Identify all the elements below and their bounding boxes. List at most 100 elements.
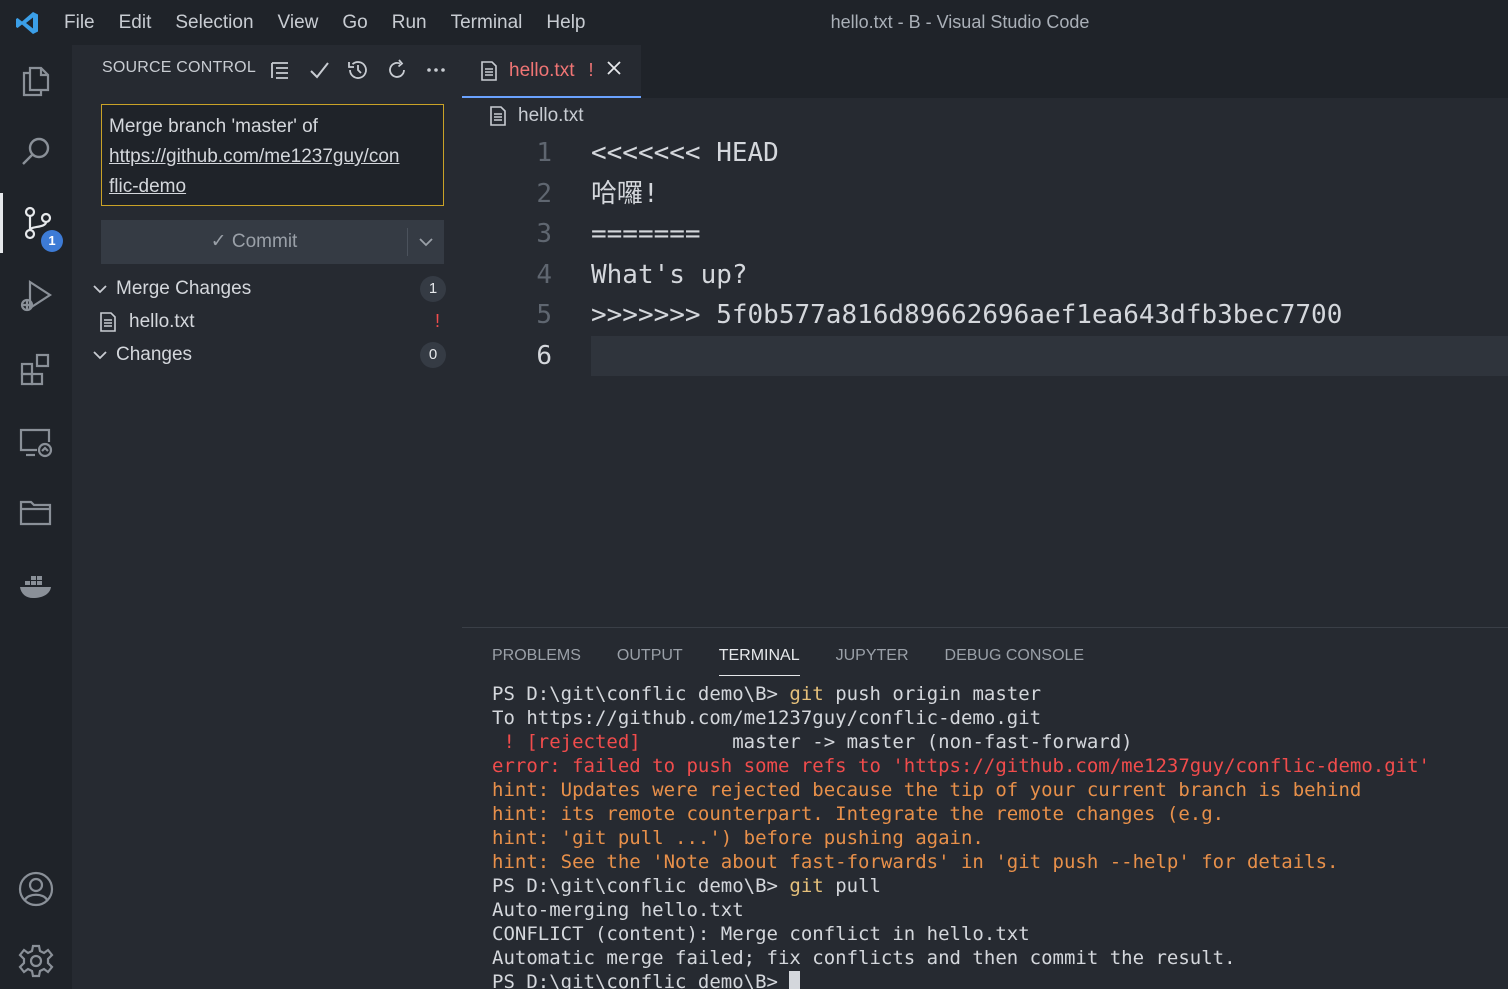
terminal-line: ! [rejected] master -> master (non-fast-… — [492, 730, 1430, 754]
refresh-button[interactable] — [377, 57, 416, 83]
commit-message-link-end[interactable]: flic-demo — [109, 172, 186, 202]
menu-bar: File Edit Selection View Go Run Terminal… — [52, 0, 598, 45]
line-number: 6 — [536, 340, 552, 371]
file-icon — [490, 106, 506, 126]
tab-jupyter[interactable]: JUPYTER — [836, 646, 909, 676]
menu-selection[interactable]: Selection — [163, 12, 265, 34]
menu-view[interactable]: View — [266, 12, 331, 34]
terminal-prompt: PS D:\git\conflic demo\B> — [492, 875, 790, 897]
commit-dropdown-button[interactable] — [408, 220, 444, 264]
line-number: 5 — [536, 300, 552, 330]
activity-explorer[interactable] — [0, 51, 72, 111]
files-icon — [22, 66, 50, 97]
tab-conflict-status: ! — [588, 60, 594, 80]
menu-terminal[interactable]: Terminal — [439, 12, 535, 34]
terminal-hint-line: hint: See the 'Note about fast-forwards'… — [492, 851, 1339, 873]
conflict-file-item[interactable]: hello.txt ! — [92, 305, 446, 338]
terminal-hint-line: hint: its remote counterpart. Integrate … — [492, 803, 1225, 825]
tab-label: hello.txt — [509, 59, 575, 81]
sidebar-toolbar — [260, 57, 455, 83]
line-number: 3 — [536, 219, 552, 249]
commit-message-input[interactable]: Merge branch 'master' of https://github.… — [101, 104, 444, 206]
activity-bar: 1 — [0, 45, 72, 989]
view-as-tree-button[interactable] — [260, 57, 299, 83]
menu-help[interactable]: Help — [534, 12, 597, 34]
current-code-line: 6 — [462, 335, 1508, 376]
line-text: 哈囉! — [591, 178, 659, 209]
terminal-hint-line: hint: Updates were rejected because the … — [492, 779, 1362, 801]
terminal-command: git — [789, 875, 824, 897]
terminal[interactable]: PS D:\git\conflic demo\B> git push origi… — [492, 682, 1430, 989]
chevron-down-icon — [93, 284, 107, 293]
more-icon — [426, 68, 445, 72]
commit-check-button[interactable] — [299, 57, 338, 83]
commit-message-line: Merge branch 'master' of — [109, 116, 318, 137]
code-line: 1 <<<<<<< HEAD — [462, 133, 1508, 174]
terminal-command: git — [789, 683, 824, 705]
refresh-icon — [388, 59, 405, 78]
line-number: 1 — [536, 138, 552, 168]
activity-search[interactable] — [0, 122, 72, 182]
menu-run[interactable]: Run — [380, 12, 439, 34]
editor-area: hello.txt ! hello.txt 1 <<<<<<< HEAD 2 哈… — [462, 45, 1508, 627]
current-line-highlight — [591, 335, 1508, 376]
merge-changes-count: 1 — [420, 275, 446, 302]
tab-output[interactable]: OUTPUT — [617, 646, 683, 676]
terminal-prompt: PS D:\git\conflic demo\B> — [492, 971, 790, 989]
tab-debug-console[interactable]: DEBUG CONSOLE — [945, 646, 1085, 676]
activity-run-debug[interactable] — [0, 266, 72, 326]
remote-explorer-icon — [19, 428, 53, 458]
sidebar-title: SOURCE CONTROL — [102, 59, 256, 76]
title-bar: File Edit Selection View Go Run Terminal… — [0, 0, 1508, 45]
source-control-sidebar: SOURCE CONTROL Merge branch 'master' of … — [72, 45, 462, 989]
activity-manage[interactable] — [0, 931, 72, 989]
breadcrumb-file: hello.txt — [518, 105, 584, 126]
check-icon — [309, 62, 329, 79]
activity-folders[interactable] — [0, 482, 72, 542]
line-text: >>>>>>> 5f0b577a816d89662696aef1ea643dfb… — [591, 300, 1343, 330]
menu-go[interactable]: Go — [330, 12, 379, 34]
merge-changes-group[interactable]: Merge Changes 1 — [92, 272, 446, 305]
activity-extensions[interactable] — [0, 339, 72, 399]
line-number: 4 — [536, 259, 552, 290]
activity-source-control[interactable]: 1 — [0, 193, 72, 253]
docker-icon — [20, 576, 51, 598]
line-text: What's up? — [591, 259, 748, 290]
panel-tabs: PROBLEMS OUTPUT TERMINAL JUPYTER DEBUG C… — [492, 646, 1120, 676]
terminal-hint-line: hint: 'git pull ...') before pushing aga… — [492, 827, 984, 849]
tab-terminal[interactable]: TERMINAL — [718, 646, 800, 676]
conflict-file-name: hello.txt — [129, 310, 195, 332]
changes-label: Changes — [116, 343, 193, 365]
changes-group[interactable]: Changes 0 — [92, 338, 446, 371]
menu-file[interactable]: File — [52, 12, 107, 34]
history-icon — [347, 61, 367, 79]
commit-button[interactable]: ✓ Commit — [101, 220, 407, 264]
tab-hello-txt[interactable]: hello.txt ! — [462, 45, 641, 98]
breadcrumb[interactable]: hello.txt — [488, 102, 583, 130]
terminal-line: To https://github.com/me1237guy/conflic-… — [492, 707, 1042, 729]
search-icon — [22, 137, 50, 165]
terminal-line: PS D:\git\conflic demo\B> git push origi… — [492, 682, 1430, 706]
vscode-logo-icon — [16, 12, 38, 34]
activity-remote-explorer[interactable] — [0, 411, 72, 471]
view-as-tree-icon — [270, 62, 288, 79]
tab-problems[interactable]: PROBLEMS — [492, 646, 581, 676]
file-icon — [481, 60, 497, 81]
menu-edit[interactable]: Edit — [107, 12, 164, 34]
commit-message-link[interactable]: https://github.com/me1237guy/con — [109, 142, 436, 172]
code-line: 4 What's up? — [462, 255, 1508, 296]
terminal-line: Auto-merging hello.txt — [492, 899, 744, 921]
terminal-line: PS D:\git\conflic demo\B> git pull — [492, 874, 1430, 898]
activity-accounts[interactable] — [0, 859, 72, 919]
terminal-cursor — [789, 971, 801, 989]
more-actions-button[interactable] — [416, 57, 455, 83]
history-button[interactable] — [338, 57, 377, 83]
activity-docker[interactable] — [0, 555, 72, 615]
terminal-prompt: PS D:\git\conflic demo\B> — [492, 683, 790, 705]
changes-count: 0 — [420, 341, 446, 368]
line-number: 2 — [536, 178, 552, 209]
tab-close-button[interactable] — [606, 60, 622, 81]
terminal-line: CONFLICT (content): Merge conflict in he… — [492, 923, 1030, 945]
line-text: <<<<<<< HEAD — [591, 138, 779, 168]
code-editor[interactable]: 1 <<<<<<< HEAD 2 哈囉! 3 ======= 4 What's … — [462, 133, 1508, 376]
